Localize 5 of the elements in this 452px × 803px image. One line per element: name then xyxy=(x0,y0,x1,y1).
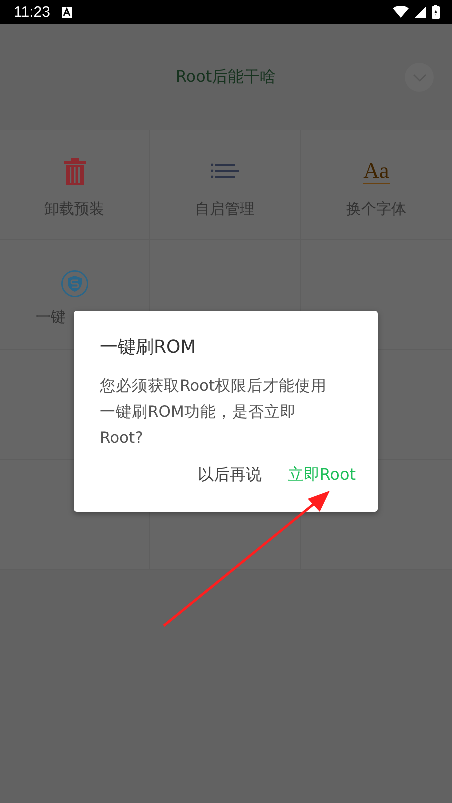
dialog-message: 您必须获取Root权限后才能使用一键刷ROM功能，是否立即Root? xyxy=(100,376,328,449)
clock-time: 11:23 xyxy=(14,4,50,20)
header-title: Root后能干啥 xyxy=(176,66,276,88)
cancel-button[interactable]: 以后再说 xyxy=(196,461,264,490)
confirm-button[interactable]: 立即Root xyxy=(286,461,358,490)
